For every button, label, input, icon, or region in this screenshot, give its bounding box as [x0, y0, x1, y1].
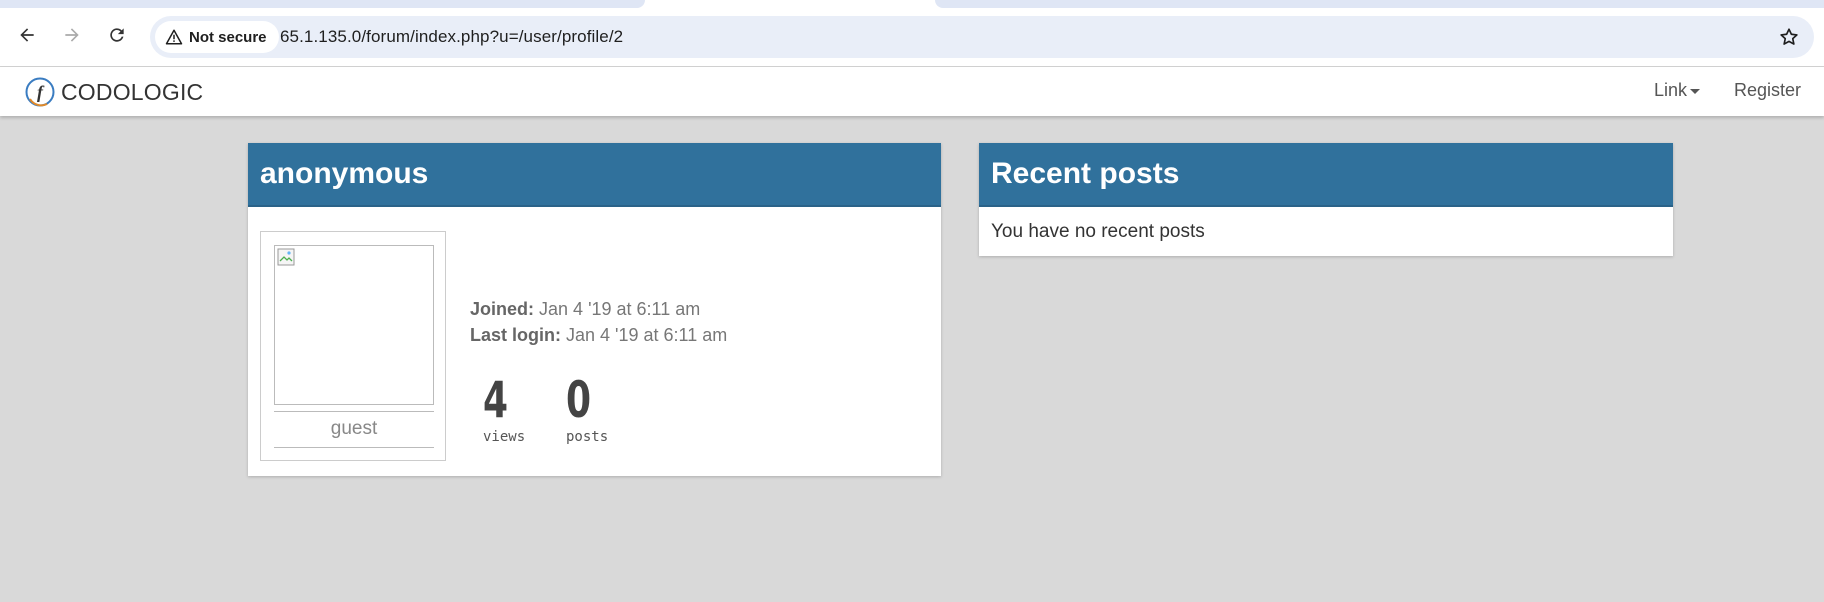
forward-icon [65, 28, 79, 42]
inactive-tab-right[interactable] [935, 0, 1824, 8]
link-dropdown-label: Link [1654, 80, 1688, 100]
user-role: guest [330, 418, 378, 439]
divider [274, 411, 434, 412]
views-label: views [483, 429, 526, 445]
avatar [274, 245, 434, 405]
avatar-card: guest [260, 231, 446, 461]
back-button[interactable] [10, 18, 44, 52]
brand-name: CODOLOGIC [61, 78, 204, 105]
joined-label: Joined: [470, 299, 535, 319]
profile-meta: Joined: Jan 4 '19 at 6:11 am Last login:… [470, 296, 727, 348]
views-count: 4 [483, 371, 509, 429]
last-login-value: Jan 4 '19 at 6:11 am [566, 325, 728, 345]
caret-down-icon [1690, 89, 1701, 94]
reload-button[interactable] [100, 18, 134, 52]
codologic-logo-icon: f [25, 77, 55, 107]
register-link[interactable]: Register [1734, 80, 1801, 101]
site-navbar: f CODOLOGIC Link Register [0, 67, 1824, 116]
joined-row: Joined: Jan 4 '19 at 6:11 am [470, 296, 727, 322]
posts-label: posts [566, 429, 609, 445]
posts-count: 0 [566, 371, 592, 429]
profile-username: anonymous [248, 143, 941, 207]
recent-posts-title: Recent posts [979, 143, 1673, 207]
back-icon [20, 28, 34, 42]
tab-strip [0, 0, 1824, 8]
security-chip[interactable]: Not secure [155, 21, 279, 53]
last-login-label: Last login: [470, 325, 561, 345]
bookmark-star-icon[interactable] [1778, 26, 1800, 48]
posts-stat: 0 posts [566, 373, 608, 445]
last-login-row: Last login: Jan 4 '19 at 6:11 am [470, 322, 727, 348]
divider [274, 447, 434, 448]
address-bar[interactable]: Not secure 65.1.135.0/forum/index.php?u=… [150, 16, 1814, 58]
views-stat: 4 views [483, 373, 525, 445]
security-label: Not secure [189, 28, 267, 46]
forward-button[interactable] [55, 18, 89, 52]
url-text[interactable]: 65.1.135.0/forum/index.php?u=/user/profi… [280, 27, 623, 47]
brand[interactable]: f CODOLOGIC [25, 76, 203, 108]
reload-icon [110, 28, 124, 42]
joined-value: Jan 4 '19 at 6:11 am [539, 299, 701, 319]
link-dropdown[interactable]: Link [1654, 80, 1701, 101]
profile-panel: anonymous guest Joined: Jan 4 '19 at 6:1… [248, 143, 941, 476]
recent-posts-empty-message: You have no recent posts [991, 221, 1205, 242]
warning-icon [165, 29, 183, 45]
inactive-tab-left[interactable] [0, 0, 645, 8]
recent-posts-panel: Recent posts You have no recent posts [979, 143, 1673, 256]
browser-toolbar: Not secure 65.1.135.0/forum/index.php?u=… [0, 0, 1824, 67]
broken-image-icon [277, 248, 295, 266]
